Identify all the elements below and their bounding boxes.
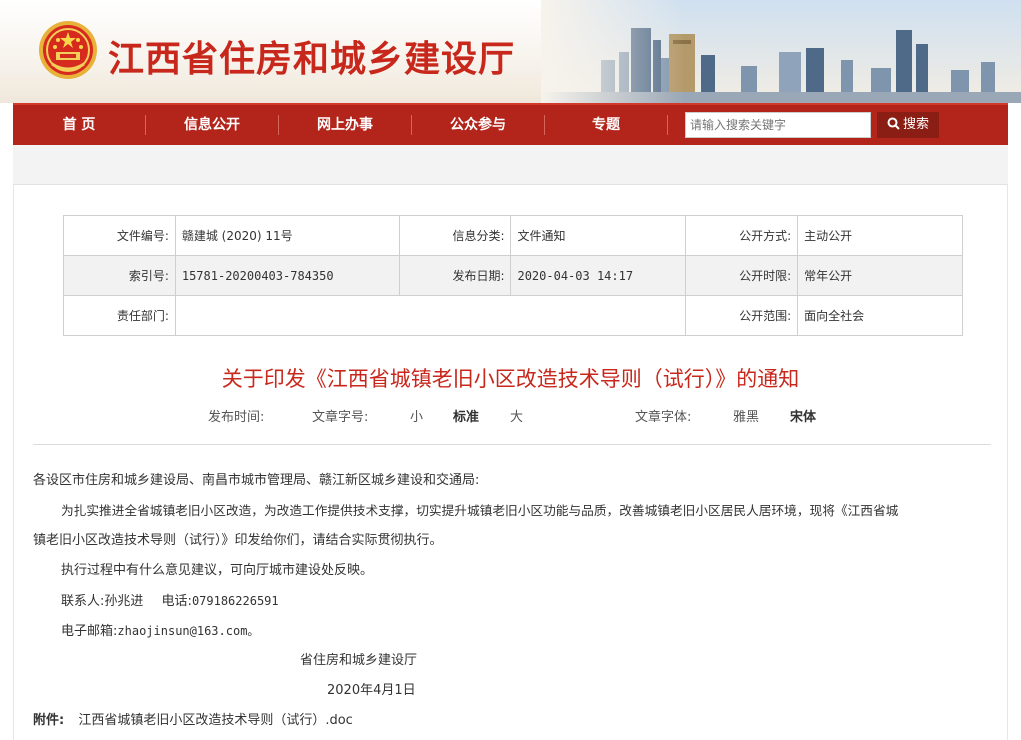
feedback-paragraph: 执行过程中有什么意见建议，可向厅城市建设处反映。 xyxy=(61,563,374,578)
main-nav: 首 页 信息公开 网上办事 公众参与 专题 搜索 xyxy=(13,103,1008,145)
font-size-large-option[interactable]: 大 xyxy=(510,406,523,425)
responsible-dept-value xyxy=(174,295,687,336)
breadcrumb-strip xyxy=(13,145,1008,185)
disclosure-scope-value: 面向全社会 xyxy=(797,295,963,336)
nav-special-topics[interactable]: 专题 xyxy=(545,105,667,145)
disclosure-period-label: 公开时限: xyxy=(685,255,799,296)
header-banner: 江西省住房和城乡建设厅 xyxy=(0,0,1021,103)
city-skyline-image xyxy=(541,0,1021,103)
search-button-label: 搜索 xyxy=(902,117,929,132)
responsible-dept-label: 责任部门: xyxy=(63,295,176,336)
contact-name: 孙兆进 xyxy=(104,594,144,609)
search-icon xyxy=(887,117,900,130)
category-label: 信息分类: xyxy=(398,215,512,256)
search-input[interactable] xyxy=(685,112,871,138)
contact-line: 联系人:孙兆进 电话:079186226591 xyxy=(61,586,279,617)
email-label: 电子邮箱: xyxy=(61,624,118,639)
nav-public-participation[interactable]: 公众参与 xyxy=(412,105,544,145)
phone-value: 079186226591 xyxy=(191,594,279,608)
table-row: 索引号: 15781-20200403-784350 发布日期: 2020-04… xyxy=(63,255,963,296)
font-face-yahei-option[interactable]: 雅黑 xyxy=(733,406,759,425)
nav-divider xyxy=(667,115,668,135)
disclosure-period-value: 常年公开 xyxy=(797,255,963,296)
body-paragraph-line1: 为扎实推进全省城镇老旧小区改造，为改造工作提供技术支撑，切实提升城镇老旧小区功能… xyxy=(61,503,899,518)
attachment-label: 附件: xyxy=(33,713,65,728)
article-title: 关于印发《江西省城镇老旧小区改造技术导则（试行）》的通知 xyxy=(221,367,800,391)
national-emblem-icon xyxy=(39,21,97,79)
doc-number-value: 赣建城 (2020) 11号 xyxy=(174,215,400,256)
disclosure-method-label: 公开方式: xyxy=(685,215,799,256)
font-face-label: 文章字体: xyxy=(635,410,692,425)
publish-time-label: 发布时间: xyxy=(208,410,265,425)
table-row: 责任部门: 公开范围: 面向全社会 xyxy=(63,295,963,336)
nav-online-services[interactable]: 网上办事 xyxy=(279,105,411,145)
contact-label: 联系人: xyxy=(61,594,105,609)
table-row: 文件编号: 赣建城 (2020) 11号 信息分类: 文件通知 公开方式: 主动… xyxy=(63,215,963,256)
phone-label: 电话: xyxy=(161,594,192,609)
index-number-label: 索引号: xyxy=(63,255,176,296)
sign-date: 2020年4月1日 xyxy=(327,683,416,698)
index-number-value: 15781-20200403-784350 xyxy=(174,255,400,296)
nav-home[interactable]: 首 页 xyxy=(13,105,145,145)
disclosure-scope-label: 公开范围: xyxy=(685,295,799,336)
disclosure-method-value: 主动公开 xyxy=(797,215,963,256)
signature: 省住房和城乡建设厅 xyxy=(300,653,418,668)
attachment-line: 附件: 江西省城镇老旧小区改造技术导则（试行）.doc xyxy=(33,706,353,736)
search-button[interactable]: 搜索 xyxy=(877,112,939,138)
body-paragraph-line2: 镇老旧小区改造技术导则（试行）》印发给你们，请结合实际贯彻执行。 xyxy=(33,533,443,548)
font-size-label: 文章字号: xyxy=(312,410,369,425)
doc-number-label: 文件编号: xyxy=(63,215,176,256)
attachment-link[interactable]: 江西省城镇老旧小区改造技术导则（试行）.doc xyxy=(78,713,353,728)
font-size-standard-option[interactable]: 标准 xyxy=(453,406,479,425)
email-line: 电子邮箱:zhaojinsun@163.com。 xyxy=(61,616,259,647)
document-info-table: 文件编号: 赣建城 (2020) 11号 信息分类: 文件通知 公开方式: 主动… xyxy=(63,215,963,336)
salutation: 各设区市住房和城乡建设局、南昌市城市管理局、赣江新区城乡建设和交通局: xyxy=(33,473,480,488)
font-size-small-option[interactable]: 小 xyxy=(410,406,423,425)
nav-info-disclosure[interactable]: 信息公开 xyxy=(146,105,278,145)
font-face-songti-option[interactable]: 宋体 xyxy=(790,406,816,425)
publish-date-label: 发布日期: xyxy=(398,255,512,296)
publish-date-value: 2020-04-03 14:17 xyxy=(510,255,687,296)
category-value: 文件通知 xyxy=(510,215,687,256)
site-title: 江西省住房和城乡建设厅 xyxy=(108,38,516,80)
divider xyxy=(33,444,991,445)
email-value: zhaojinsun@163.com。 xyxy=(117,624,260,638)
